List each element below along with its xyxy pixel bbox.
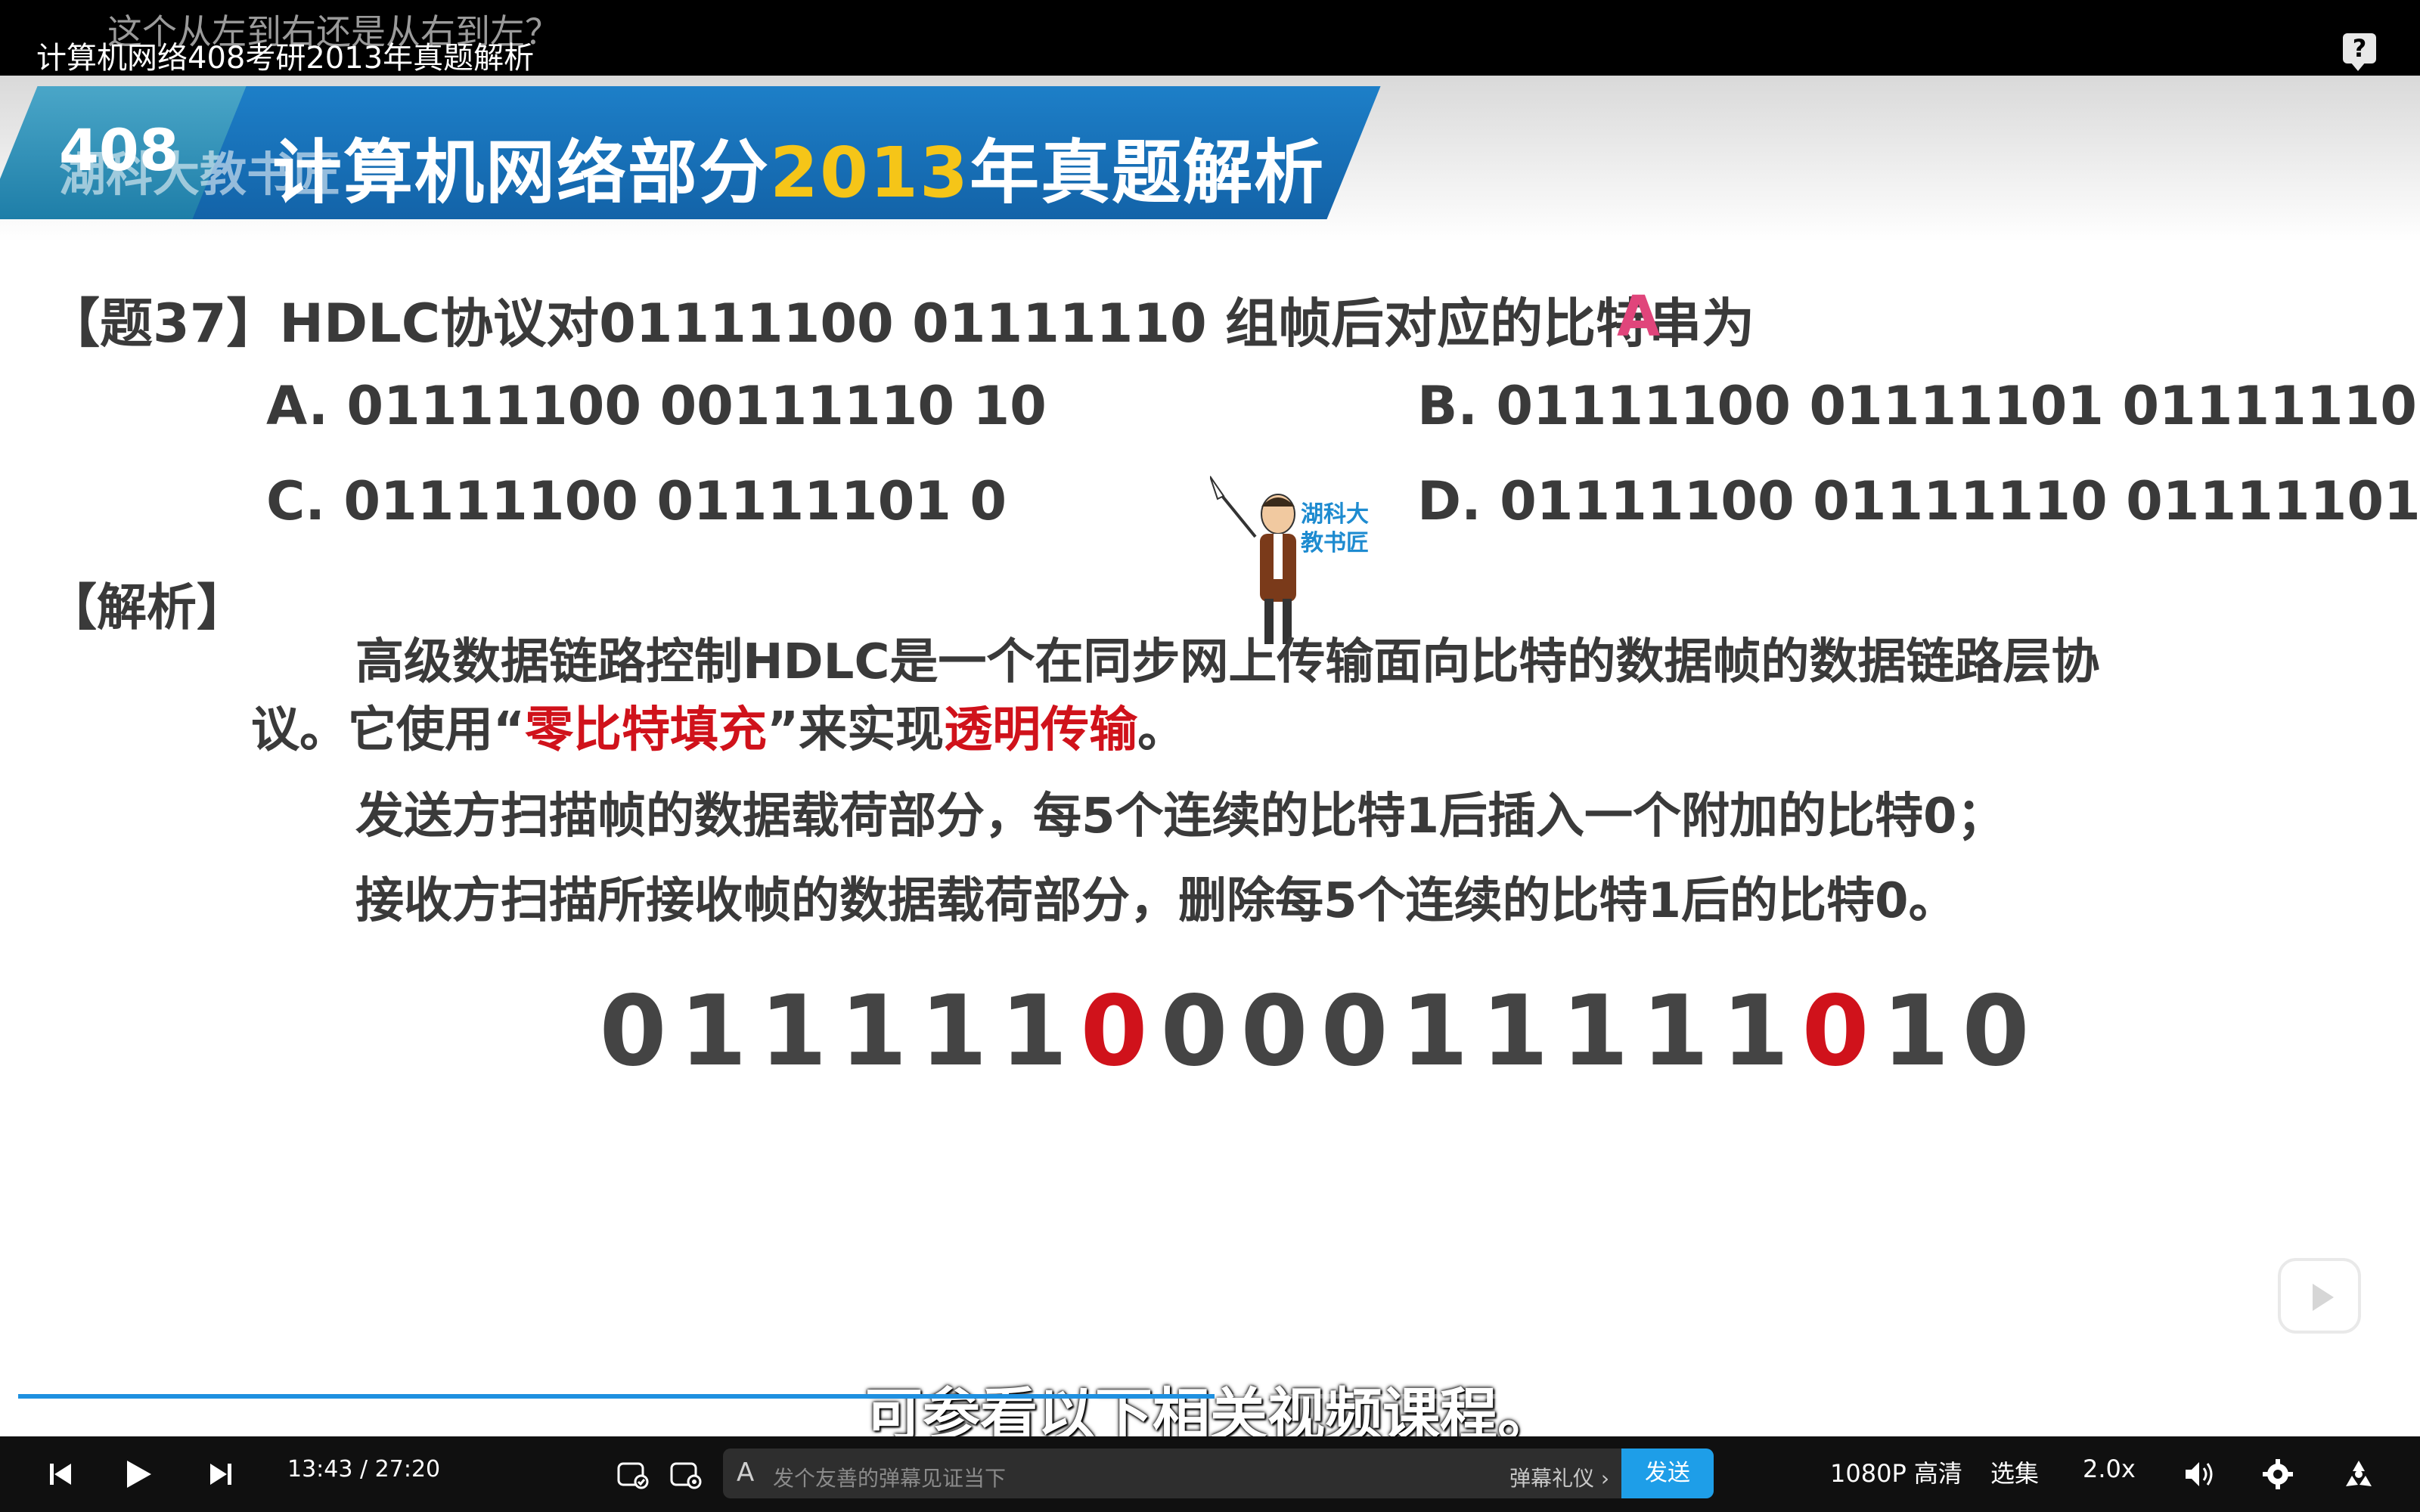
quality-selector[interactable]: 1080P 高清	[1830, 1455, 1962, 1489]
bit-digit: 1	[759, 975, 827, 1088]
bit-digit: 1	[1641, 975, 1709, 1088]
danmaku-settings-icon[interactable]	[669, 1458, 702, 1491]
bit-digit: 0	[1962, 975, 2030, 1088]
analysis-line-3: 发送方扫描帧的数据载荷部分，每5个连续的比特1后插入一个附加的比特0；	[355, 789, 2006, 844]
analysis-line-4: 接收方扫描所接收帧的数据载荷部分，删除每5个连续的比特1后的比特0。	[355, 873, 1957, 929]
time-separator: /	[360, 1456, 368, 1483]
send-button[interactable]: 发送	[1621, 1448, 1714, 1498]
player-controls: 13:43 / 27:20 A 发个友善的弹幕见证当下 弹幕礼仪 › 发送 10…	[0, 1436, 2420, 1512]
answer-mark: A	[1617, 284, 1661, 349]
bit-digit: 0	[1320, 975, 1388, 1088]
bit-digit: 1	[679, 975, 747, 1088]
highlight-zero-bit-stuffing: 零比特填充	[525, 702, 768, 758]
fullscreen-icon[interactable]	[2341, 1458, 2376, 1491]
bit-digit: 0	[599, 975, 667, 1088]
bit-digit: 0	[1080, 975, 1148, 1088]
progress-bar[interactable]	[18, 1394, 2402, 1399]
duration: 27:20	[374, 1456, 441, 1483]
slide-title-pre: 计算机网络部分	[272, 132, 771, 213]
bit-digit: 0	[1160, 975, 1228, 1088]
progress-fill	[18, 1394, 1215, 1399]
teacher-label: 湖科大教书匠	[1301, 501, 1369, 556]
video-frame[interactable]: 408 湖科大教书匠 计算机网络部分2013年真题解析 【题37】HDLC协议对…	[0, 76, 2420, 1436]
bit-digit: 1	[1561, 975, 1629, 1088]
bit-digit: 1	[1481, 975, 1549, 1088]
next-icon[interactable]	[207, 1461, 234, 1488]
slide-title-post: 年真题解析	[970, 132, 1326, 213]
analysis-line-1: 高级数据链路控制HDLC是一个在同步网上传输面向比特的数据帧的数据链路层协	[355, 634, 2100, 690]
option-d: D. 01111100 01111110 01111101	[1417, 470, 2420, 532]
bit-digit: 1	[839, 975, 908, 1088]
danmaku-toggle-icon[interactable]	[616, 1458, 649, 1491]
play-overlay-icon[interactable]	[2278, 1258, 2361, 1334]
analysis-line-2: 议。它使用“零比特填充”来实现透明传输。	[251, 691, 1186, 761]
current-time: 13:43	[287, 1456, 353, 1483]
question-text: 【题37】HDLC协议对01111100 01111110 组帧后对应的比特串为	[47, 293, 1755, 355]
time-display: 13:43 / 27:20	[287, 1456, 440, 1483]
option-b: B. 01111100 01111101 01111110	[1417, 375, 2418, 437]
bit-digit: 1	[920, 975, 988, 1088]
slide-title: 计算机网络部分2013年真题解析	[272, 116, 1325, 217]
analysis-heading: 【解析】	[47, 578, 247, 637]
top-bar: 这个从左到右还是从右到左？ 计算机网络408考研2013年真题解析 ?	[0, 0, 2420, 76]
danmaku-etiquette-link[interactable]: 弹幕礼仪 ›	[1509, 1462, 1609, 1492]
highlight-transparent-transmission: 透明传输	[944, 702, 1138, 758]
analysis-line-2-b: ”来实现	[767, 702, 945, 758]
analysis-line-2-a: 议。它使用“	[251, 702, 526, 758]
play-icon[interactable]	[121, 1458, 154, 1491]
previous-icon[interactable]	[47, 1461, 74, 1488]
volume-icon[interactable]	[2183, 1459, 2216, 1489]
bit-digit: 1	[1882, 975, 1950, 1088]
help-icon[interactable]: ?	[2343, 33, 2376, 71]
analysis-line-2-c: 。	[1137, 702, 1187, 758]
danmaku-style-icon[interactable]: A	[737, 1458, 754, 1488]
slide-title-year: 2013	[770, 132, 970, 213]
bit-digit: 1	[1401, 975, 1469, 1088]
settings-icon[interactable]	[2261, 1458, 2294, 1491]
option-a: A. 01111100 00111110 10	[266, 375, 1047, 437]
bit-digit: 1	[1000, 975, 1068, 1088]
danmaku-input[interactable]: 发个友善的弹幕见证当下	[773, 1462, 1006, 1492]
bit-digit: 0	[1801, 975, 1869, 1088]
option-c: C. 01111100 01111101 0	[266, 470, 1007, 532]
episodes-button[interactable]: 选集	[1990, 1455, 2039, 1489]
speed-selector[interactable]: 2.0x	[2083, 1455, 2136, 1483]
bit-string: 011111000011111010	[593, 975, 2036, 1088]
bit-digit: 0	[1240, 975, 1308, 1088]
bit-digit: 1	[1721, 975, 1789, 1088]
video-title: 计算机网络408考研2013年真题解析	[36, 41, 535, 76]
danmaku-input-bar[interactable]: A 发个友善的弹幕见证当下 弹幕礼仪 › 发送	[723, 1448, 1714, 1498]
